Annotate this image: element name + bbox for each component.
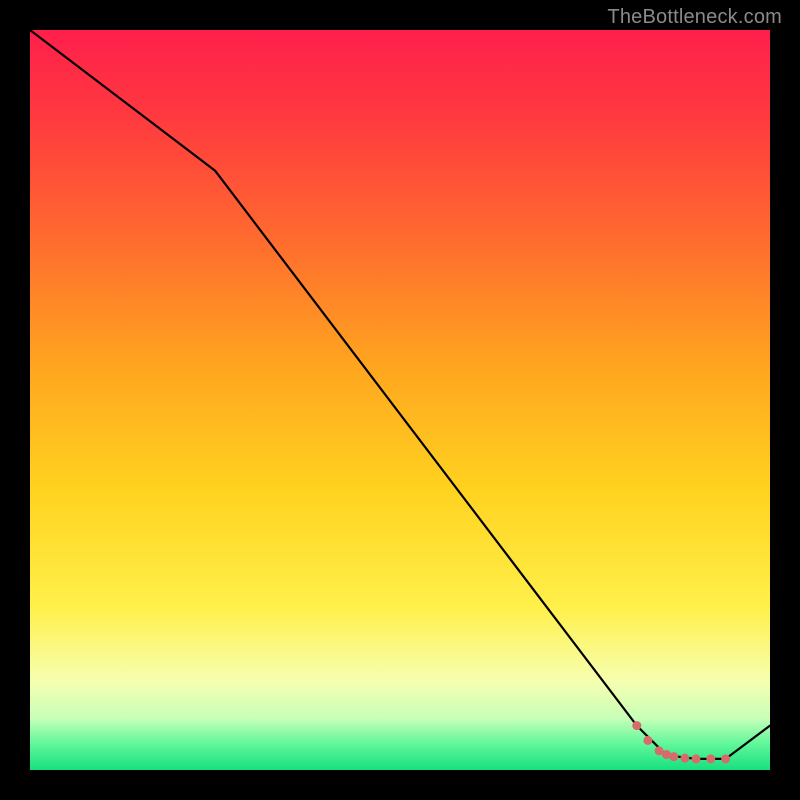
highlight-marker bbox=[632, 721, 641, 730]
chart-svg bbox=[30, 30, 770, 770]
highlight-marker bbox=[721, 754, 730, 763]
highlight-marker bbox=[643, 736, 652, 745]
chart-stage: TheBottleneck.com bbox=[0, 0, 800, 800]
highlight-marker bbox=[680, 754, 689, 763]
chart-plot-area bbox=[30, 30, 770, 770]
watermark-text: TheBottleneck.com bbox=[607, 6, 782, 29]
gradient-rect bbox=[30, 30, 770, 770]
highlight-marker bbox=[692, 754, 701, 763]
highlight-marker bbox=[706, 754, 715, 763]
highlight-marker bbox=[669, 752, 678, 761]
